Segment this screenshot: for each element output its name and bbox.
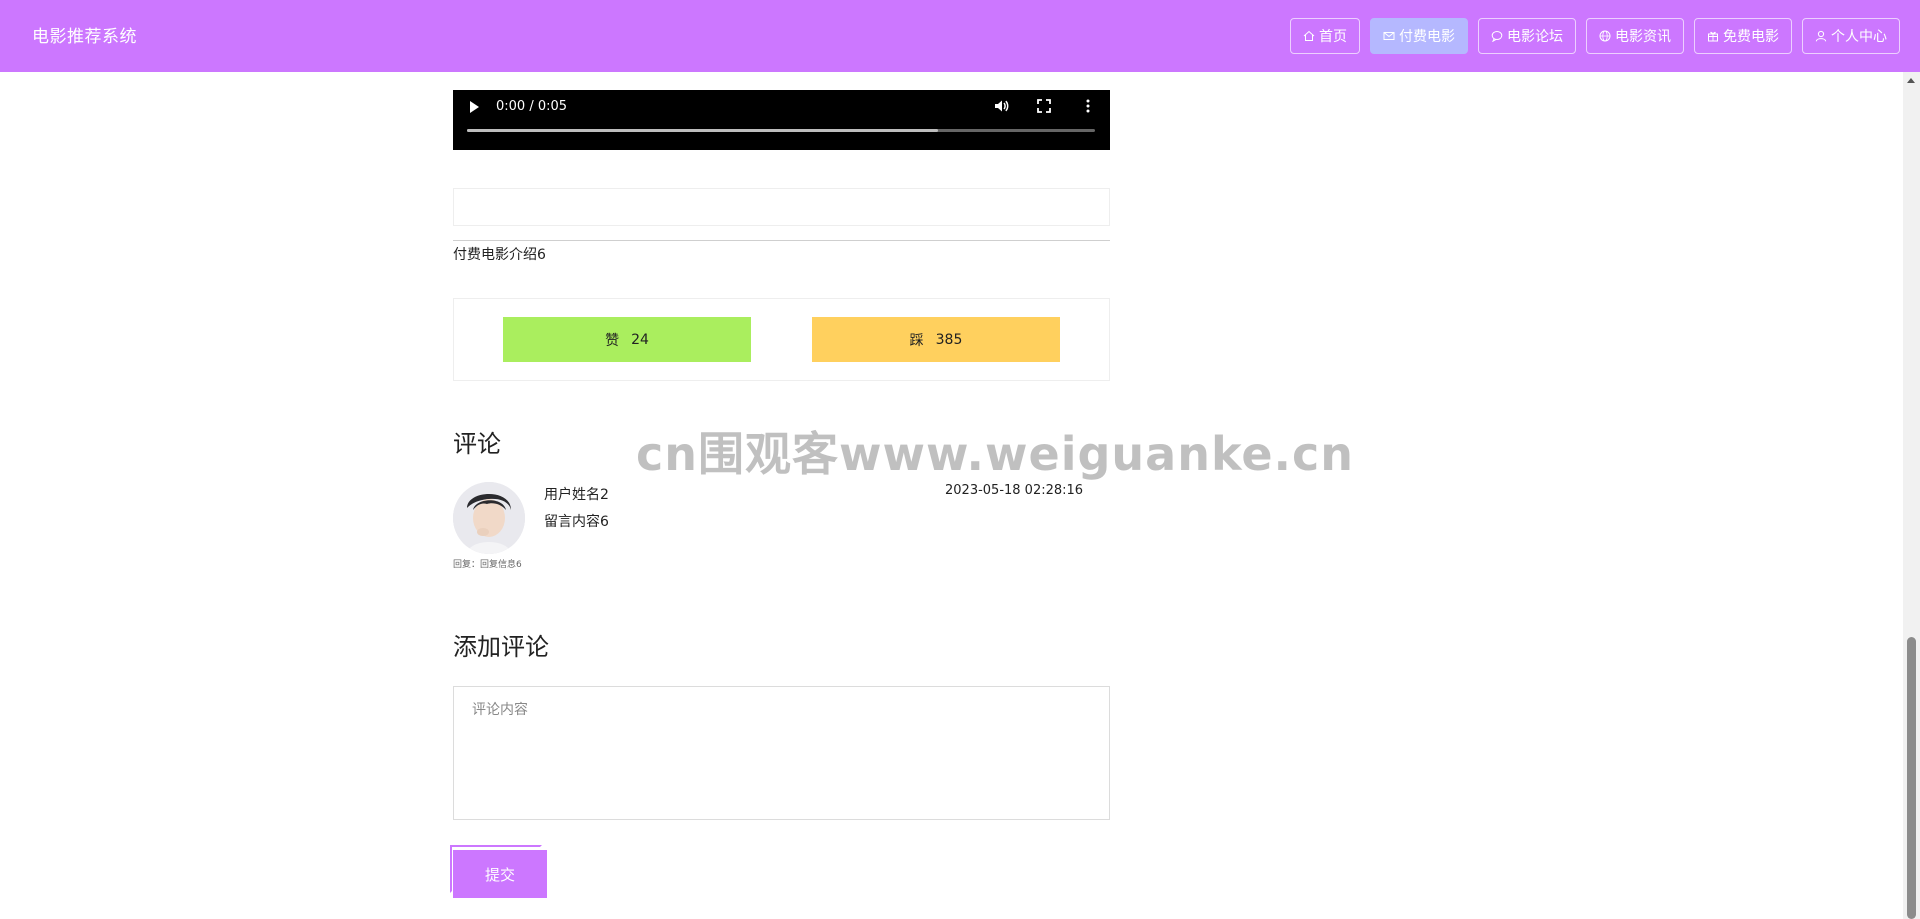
main-nav: 首页 付费电影 电影论坛 电影资讯 免费电影 个人中心 — [1290, 18, 1900, 54]
scroll-up-arrow-icon[interactable] — [1907, 78, 1915, 83]
like-button[interactable]: 赞 24 — [503, 317, 751, 362]
comment-textarea[interactable] — [453, 686, 1110, 820]
site-brand: 电影推荐系统 — [32, 27, 137, 47]
video-buffered-bar — [467, 129, 938, 132]
like-label: 赞 — [605, 332, 620, 349]
home-icon — [1303, 30, 1315, 41]
nav-item-label: 电影资讯 — [1615, 29, 1671, 45]
divider — [453, 240, 1110, 241]
nav-item-paid-movies[interactable]: 付费电影 — [1370, 18, 1468, 54]
add-comment-title: 添加评论 — [453, 633, 549, 661]
comment-user-name: 用户姓名2 — [544, 487, 609, 503]
video-time: 0:00 / 0:05 — [496, 99, 568, 114]
comments-title: 评论 — [453, 430, 501, 458]
page-scrollbar[interactable] — [1903, 72, 1920, 919]
video-progress-bar[interactable] — [467, 129, 1095, 132]
user-icon — [1815, 30, 1827, 42]
vote-panel: 赞 24 踩 385 — [453, 298, 1110, 381]
fullscreen-icon[interactable] — [1036, 98, 1052, 114]
nav-item-free-movies[interactable]: 免费电影 — [1694, 18, 1792, 54]
watermark: cn围观客www.weiguanke.cn — [636, 427, 1355, 481]
submit-button-wrapper: 提交 — [450, 845, 549, 902]
nav-item-forum[interactable]: 电影论坛 — [1478, 18, 1576, 54]
comment-content: 留言内容6 — [544, 514, 609, 530]
more-options-icon[interactable] — [1080, 98, 1096, 114]
top-navigation-bar: 电影推荐系统 首页 付费电影 电影论坛 电影资讯 免费电影 个人中心 — [0, 0, 1920, 72]
dislike-label: 踩 — [909, 332, 924, 349]
mail-icon — [1383, 32, 1395, 40]
video-player[interactable]: 0:00 / 0:05 — [453, 90, 1110, 150]
nav-item-label: 电影论坛 — [1507, 29, 1563, 45]
nav-item-label: 首页 — [1319, 29, 1347, 45]
nav-item-profile[interactable]: 个人中心 — [1802, 18, 1900, 54]
avatar-image — [453, 482, 525, 554]
play-icon[interactable] — [470, 101, 479, 113]
dislike-button[interactable]: 踩 385 — [812, 317, 1060, 362]
nav-item-label: 个人中心 — [1831, 29, 1887, 45]
volume-icon[interactable] — [993, 98, 1009, 114]
nav-item-label: 免费电影 — [1723, 29, 1779, 45]
submit-button[interactable]: 提交 — [453, 850, 547, 898]
dislike-count: 385 — [935, 331, 963, 348]
avatar — [453, 482, 525, 554]
chat-icon — [1491, 31, 1503, 42]
nav-item-label: 付费电影 — [1399, 29, 1455, 45]
scrollbar-thumb[interactable] — [1907, 637, 1916, 919]
gift-icon — [1708, 31, 1718, 42]
movie-intro: 付费电影介绍6 — [453, 247, 546, 263]
nav-item-news[interactable]: 电影资讯 — [1586, 18, 1684, 54]
comment-item: 用户姓名2 2023-05-18 02:28:16 留言内容6 回复：回复信息6 — [453, 482, 1110, 582]
comment-reply: 回复：回复信息6 — [453, 560, 522, 570]
globe-icon — [1599, 30, 1611, 42]
comment-timestamp: 2023-05-18 02:28:16 — [945, 483, 1084, 498]
nav-item-home[interactable]: 首页 — [1290, 18, 1360, 54]
empty-panel — [453, 188, 1110, 226]
like-count: 24 — [631, 331, 649, 348]
